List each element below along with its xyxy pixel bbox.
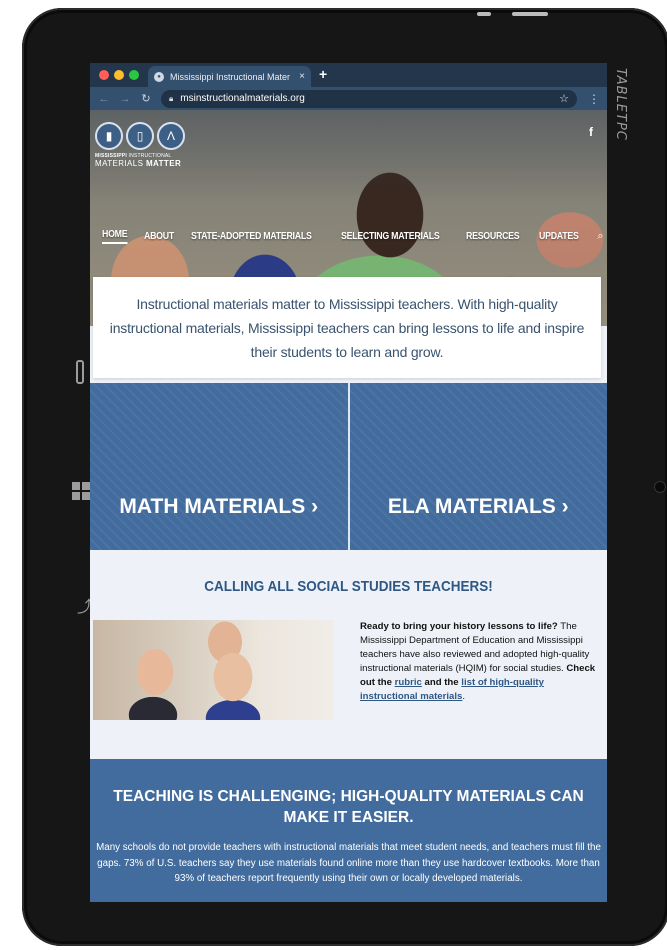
intro-text: Instructional materials matter to Missis… bbox=[109, 295, 585, 360]
materials-links: MATH MATERIALS › ELA MATERIALS › bbox=[90, 383, 607, 550]
logo-line2: MATERIALS MATTER bbox=[95, 159, 182, 168]
nav-state-adopted-materials[interactable]: STATE-ADOPTED MATERIALS bbox=[191, 231, 312, 242]
social-studies-text: Ready to bring your history lessons to l… bbox=[360, 621, 596, 702]
url-text[interactable]: msinstructionalmaterials.org bbox=[180, 93, 559, 104]
maximize-window-button[interactable] bbox=[129, 70, 139, 80]
address-bar[interactable]: 🔒︎ msinstructionalmaterials.org ☆ bbox=[161, 89, 577, 108]
nav-updates[interactable]: UPDATES bbox=[539, 231, 579, 242]
forward-icon[interactable]: → bbox=[117, 93, 133, 105]
camera bbox=[655, 482, 665, 492]
browser-tabbar: ● Mississippi Instructional Mater × + bbox=[90, 63, 607, 87]
search-icon[interactable]: ⌕ bbox=[597, 230, 603, 243]
ela-materials-link[interactable]: ELA MATERIALS › bbox=[388, 495, 569, 519]
screen: ● Mississippi Instructional Mater × + ← … bbox=[90, 63, 607, 902]
math-materials-link[interactable]: MATH MATERIALS › bbox=[119, 495, 318, 519]
site-logo[interactable]: ▮ ▯ Λ MISSISSIPPI INSTRUCTIONAL MATERIAL… bbox=[95, 122, 195, 168]
power-button[interactable] bbox=[477, 12, 491, 16]
tab-close-icon[interactable]: × bbox=[299, 71, 305, 82]
social-studies-title: CALLING ALL SOCIAL STUDIES TEACHERS! bbox=[204, 578, 493, 595]
nav-about[interactable]: ABOUT bbox=[144, 231, 174, 242]
back-icon[interactable]: ← bbox=[96, 93, 112, 105]
teacher-students-photo bbox=[93, 620, 333, 720]
tab-title: Mississippi Instructional Mater bbox=[170, 71, 291, 82]
star-icon[interactable]: ☆ bbox=[559, 92, 569, 105]
nav-resources[interactable]: RESOURCES bbox=[466, 231, 520, 242]
close-window-button[interactable] bbox=[99, 70, 109, 80]
reload-icon[interactable]: ↻ bbox=[138, 92, 154, 105]
clip-icon bbox=[76, 360, 84, 384]
calculator-icon: ▮ bbox=[95, 122, 123, 150]
lock-icon: 🔒︎ bbox=[169, 93, 174, 103]
teaching-body: Many schools do not provide teachers wit… bbox=[96, 842, 601, 884]
device-brand: TABLETPC bbox=[613, 68, 628, 141]
favicon-icon: ● bbox=[154, 71, 164, 82]
nav-home[interactable]: HOME bbox=[102, 229, 128, 244]
intro-card: Instructional materials matter to Missis… bbox=[93, 277, 601, 378]
book-icon: ▯ bbox=[126, 122, 154, 150]
teaching-title: TEACHING IS CHALLENGING; HIGH-QUALITY MA… bbox=[113, 788, 584, 826]
menu-icon[interactable]: ⋮ bbox=[587, 92, 601, 106]
main-nav: HOME ABOUT STATE-ADOPTED MATERIALS SELEC… bbox=[102, 229, 604, 244]
compass-icon: Λ bbox=[157, 122, 185, 150]
rubric-link[interactable]: rubric bbox=[395, 677, 422, 688]
minimize-window-button[interactable] bbox=[114, 70, 124, 80]
math-materials-tile[interactable]: MATH MATERIALS › bbox=[90, 383, 350, 550]
volume-button[interactable] bbox=[512, 12, 548, 16]
ela-materials-tile[interactable]: ELA MATERIALS › bbox=[349, 383, 607, 550]
facebook-icon[interactable]: f bbox=[589, 125, 593, 139]
teaching-section: TEACHING IS CHALLENGING; HIGH-QUALITY MA… bbox=[90, 759, 607, 902]
browser-toolbar: ← → ↻ 🔒︎ msinstructionalmaterials.org ☆ … bbox=[90, 87, 607, 110]
windows-icon[interactable] bbox=[72, 482, 90, 500]
social-studies-section: CALLING ALL SOCIAL STUDIES TEACHERS! Rea… bbox=[90, 550, 607, 759]
browser-tab[interactable]: ● Mississippi Instructional Mater × bbox=[148, 66, 311, 87]
new-tab-button[interactable]: + bbox=[319, 66, 327, 82]
nav-selecting-materials[interactable]: SELECTING MATERIALS bbox=[341, 231, 440, 242]
